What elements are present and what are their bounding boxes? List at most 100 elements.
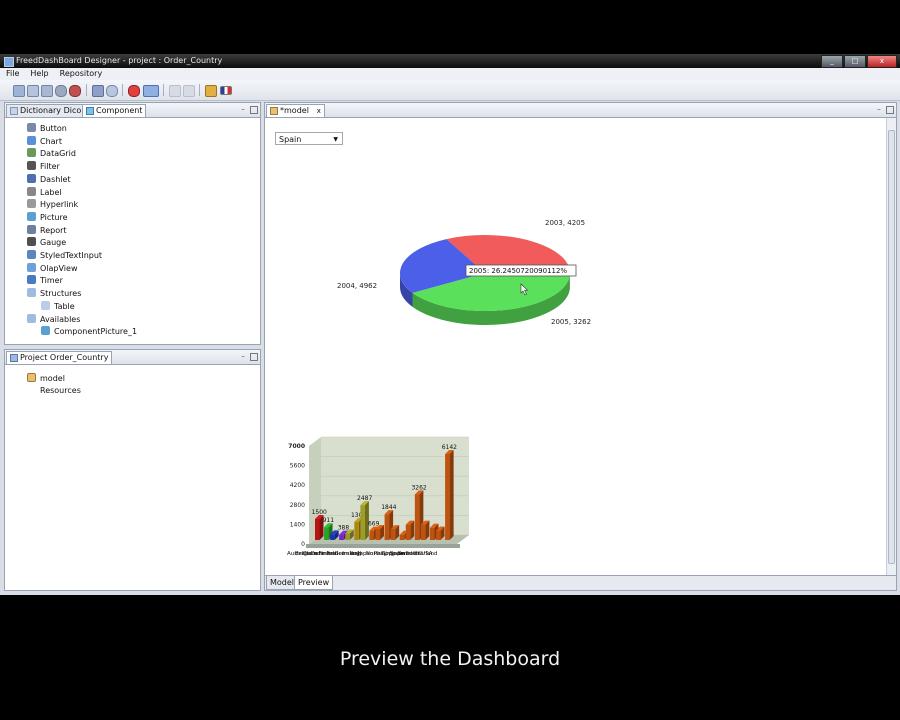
menu-repository[interactable]: Repository — [54, 68, 108, 78]
y-tick-label: 1400 — [290, 521, 305, 528]
bar-Denmark — [339, 534, 344, 540]
tree-item-resources[interactable]: Resources — [40, 385, 81, 397]
bar-Finland — [345, 533, 350, 540]
bar-value-label: 2487 — [357, 495, 372, 502]
tree-item-timer[interactable]: Timer — [27, 275, 63, 287]
settings-icon[interactable] — [205, 85, 217, 97]
chart-icon — [27, 135, 36, 145]
maximize-button[interactable]: □ — [844, 55, 866, 68]
editor-panel: *model x – Spain ▼ 2003, 4205 2004, 4962 2… — [264, 102, 897, 591]
report-icon — [27, 224, 36, 234]
close-tab-icon[interactable]: x — [317, 105, 321, 117]
french-flag-icon[interactable] — [220, 86, 232, 95]
save-all-icon[interactable] — [55, 85, 67, 97]
tree-item-report[interactable]: Report — [27, 224, 67, 237]
menu-file[interactable]: File — [0, 68, 24, 78]
scrollbar-thumb[interactable] — [888, 130, 895, 564]
tree-item-hyperlink[interactable]: Hyperlink — [27, 199, 78, 211]
stop-icon[interactable] — [128, 85, 140, 97]
maximize-panel-button[interactable] — [886, 106, 894, 114]
button-icon — [27, 123, 36, 132]
tree-item-datagrid[interactable]: DataGrid — [27, 148, 76, 160]
minimize-panel-button[interactable]: – — [875, 105, 883, 113]
tree-item-availables[interactable]: Availables — [27, 313, 80, 326]
tab-dictionary[interactable]: Dictionary Dico — [6, 104, 86, 117]
menu-help[interactable]: Help — [24, 68, 53, 78]
textinput-icon — [27, 250, 36, 259]
bar-Italy — [375, 528, 381, 540]
bar-value-label: 6142 — [442, 444, 457, 451]
maximize-panel-button[interactable] — [250, 106, 258, 114]
minimize-panel-button[interactable]: – — [239, 105, 247, 113]
minimize-panel-button[interactable]: – — [239, 352, 247, 360]
bar-Germany — [360, 505, 365, 540]
bar-Switzerland — [429, 527, 435, 540]
hyperlink-icon — [27, 199, 36, 209]
close-button[interactable]: x — [867, 55, 897, 68]
pie-tooltip-text: 2005: 26.2450720090112% — [469, 267, 567, 275]
x-category-label: USA — [421, 551, 433, 557]
tree-item-picture[interactable]: Picture — [27, 211, 68, 224]
save-icon[interactable] — [41, 85, 53, 97]
gauge-icon — [27, 237, 36, 247]
project-panel: Project Order_Country – model Resources — [4, 349, 261, 591]
record-icon[interactable] — [69, 85, 81, 97]
tree-item-label[interactable]: Label — [27, 186, 62, 199]
menu-bar: File Help Repository — [0, 68, 900, 80]
picture-icon — [41, 326, 50, 336]
tab-component[interactable]: Component — [82, 104, 147, 117]
bar-Australia — [315, 519, 320, 540]
olapview-icon — [27, 262, 36, 272]
new-icon[interactable] — [13, 85, 25, 97]
bar-Singapore — [405, 524, 411, 540]
picture-icon — [27, 211, 36, 221]
tree-item-model[interactable]: model — [27, 373, 65, 385]
bar-value-label: 388 — [338, 525, 350, 532]
filter-icon — [27, 161, 36, 171]
bar-Japan — [384, 514, 390, 540]
bar-USA — [445, 454, 450, 540]
preview-icon[interactable] — [143, 85, 159, 97]
minimize-button[interactable]: _ — [821, 55, 843, 68]
refresh-icon[interactable] — [106, 85, 118, 97]
y-tick-label: 2800 — [290, 502, 305, 509]
bar-value-label: 911 — [323, 517, 335, 524]
bar-value-label: 1844 — [381, 504, 396, 511]
table-icon — [41, 300, 50, 310]
bar-chart[interactable]: 0140028004200560070001500911388130024876… — [283, 436, 483, 571]
bar-value-label: 3262 — [411, 484, 426, 491]
folder-icon — [27, 313, 36, 323]
tab-model[interactable]: *model x — [266, 104, 325, 117]
tree-item-styledtextinput[interactable]: StyledTextInput — [27, 250, 102, 262]
open-icon[interactable] — [27, 85, 39, 97]
tree-item-chart[interactable]: Chart — [27, 135, 62, 148]
tree-item-olapview[interactable]: OlapView — [27, 262, 77, 275]
bar-Ireland — [369, 530, 374, 540]
redo-icon — [183, 85, 195, 97]
pie-chart[interactable]: 2003, 4205 2004, 4962 2005, 3262 2005: 26.2… — [335, 218, 595, 348]
tree-item-table[interactable]: Table — [41, 300, 75, 313]
tree-item-dashlet[interactable]: Dashlet — [27, 173, 71, 186]
model-icon — [270, 107, 278, 115]
maximize-panel-button[interactable] — [250, 353, 258, 361]
tab-project[interactable]: Project Order_Country — [6, 351, 113, 364]
tree-item-componentpicture_1[interactable]: ComponentPicture_1 — [41, 326, 137, 338]
tree-item-filter[interactable]: Filter — [27, 161, 60, 173]
dashlet-icon — [27, 173, 36, 183]
dictionary-icon — [10, 107, 18, 115]
pencil-icon[interactable] — [92, 85, 104, 97]
pie-slice-label: 2005, 3262 — [551, 318, 591, 326]
tree-item-gauge[interactable]: Gauge — [27, 237, 66, 249]
bar-Canada — [330, 534, 335, 540]
application-window: FreedDashBoard Designer - project : Orde… — [0, 54, 900, 595]
video-caption: Preview the Dashboard — [339, 648, 561, 670]
bar-France — [354, 521, 359, 540]
tree-item-structures[interactable]: Structures — [27, 288, 81, 300]
bar-UK — [436, 530, 441, 540]
bar-Spain — [414, 494, 420, 540]
vertical-scrollbar[interactable] — [886, 118, 896, 576]
tree-item-button[interactable]: Button — [27, 123, 67, 135]
tab-preview-view[interactable]: Preview — [294, 576, 334, 590]
chevron-down-icon: ▼ — [333, 136, 338, 143]
country-filter-select[interactable]: Spain ▼ — [275, 132, 343, 145]
